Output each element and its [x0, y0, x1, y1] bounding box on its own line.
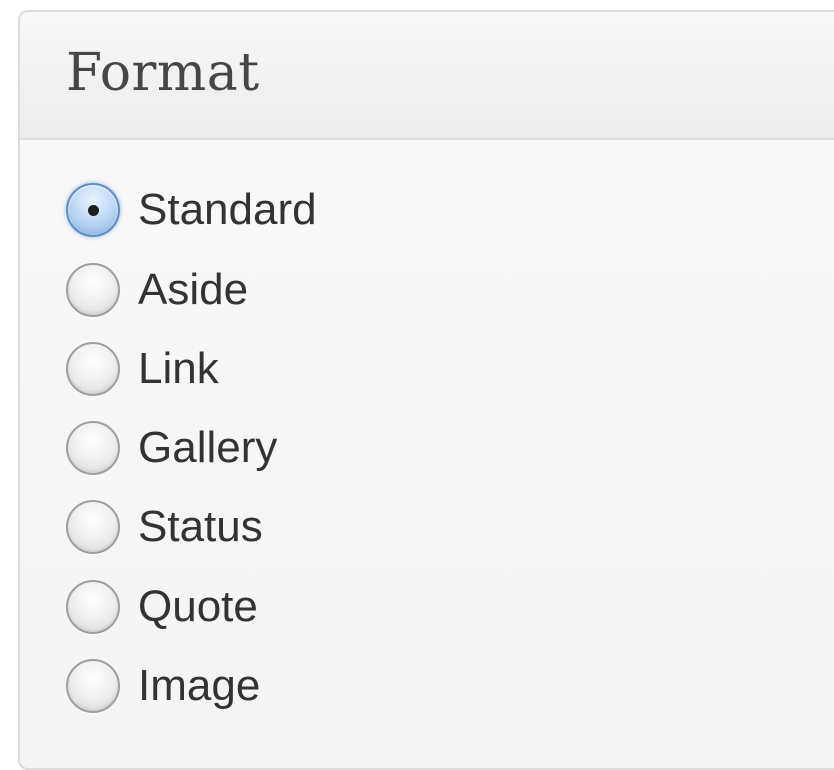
radio-button-aside[interactable] — [66, 263, 120, 317]
radio-button-quote[interactable] — [66, 580, 120, 634]
format-label-link: Link — [138, 344, 219, 393]
format-label-status: Status — [138, 502, 263, 551]
radio-button-image[interactable] — [66, 659, 120, 713]
format-option-standard[interactable]: Standard — [66, 178, 317, 242]
radio-button-status[interactable] — [66, 500, 120, 554]
format-label-gallery: Gallery — [138, 423, 278, 472]
format-option-aside[interactable]: Aside — [66, 258, 248, 322]
format-option-link[interactable]: Link — [66, 337, 219, 401]
radio-button-gallery[interactable] — [66, 421, 120, 475]
format-option-image[interactable]: Image — [66, 654, 260, 718]
format-option-status[interactable]: Status — [66, 495, 263, 559]
format-option-quote[interactable]: Quote — [66, 575, 258, 639]
radio-button-link[interactable] — [66, 342, 120, 396]
metabox-title: Format — [66, 43, 260, 103]
metabox-header[interactable]: Format — [20, 12, 834, 140]
format-metabox: Format Standard Aside Link Gallery Statu… — [18, 10, 834, 770]
radio-button-standard[interactable] — [66, 183, 120, 237]
format-option-gallery[interactable]: Gallery — [66, 416, 277, 480]
format-label-aside: Aside — [138, 265, 249, 314]
radio-dot-icon — [87, 204, 99, 216]
format-label-standard: Standard — [138, 185, 317, 234]
format-label-image: Image — [138, 661, 261, 710]
format-label-quote: Quote — [138, 582, 258, 631]
